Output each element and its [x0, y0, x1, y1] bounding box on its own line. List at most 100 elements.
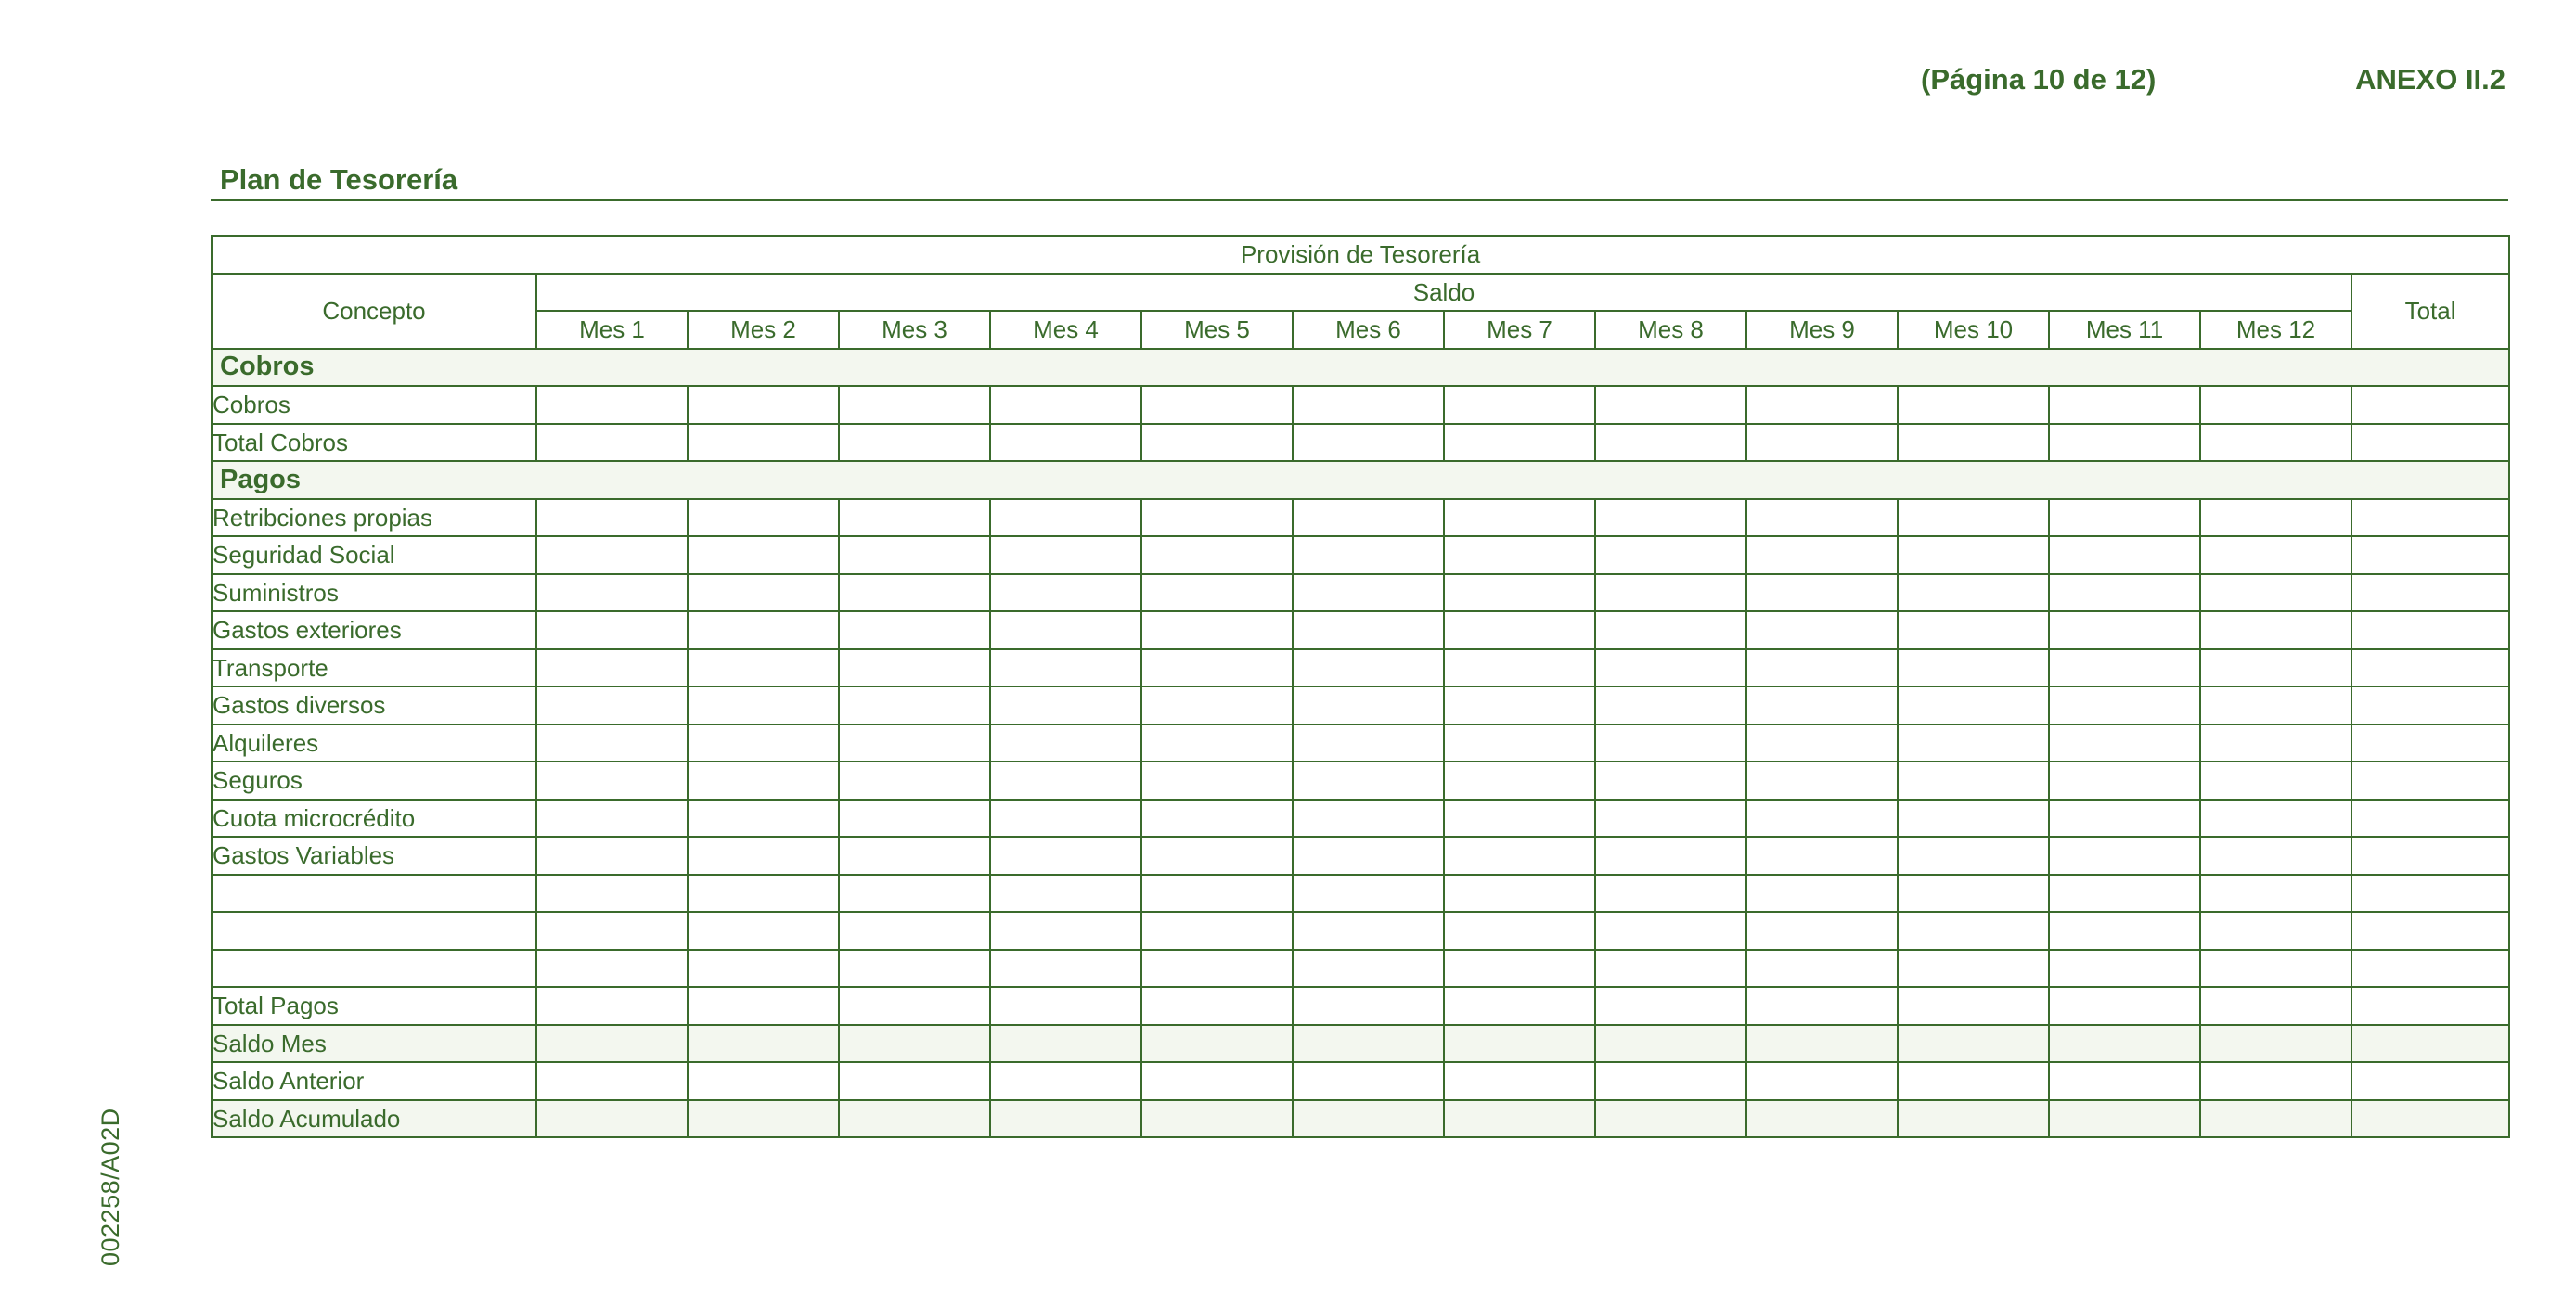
month-value-cell[interactable] [535, 610, 689, 650]
month-value-cell[interactable] [2199, 686, 2352, 725]
month-value-cell[interactable] [1443, 1023, 1596, 1063]
month-value-cell[interactable] [1443, 798, 1596, 838]
month-value-cell[interactable] [535, 948, 689, 988]
month-value-cell[interactable] [1443, 911, 1596, 951]
month-value-cell[interactable] [687, 385, 840, 425]
month-value-cell[interactable] [2048, 761, 2201, 801]
month-value-cell[interactable] [1443, 647, 1596, 687]
month-value-cell[interactable] [1594, 911, 1747, 951]
month-value-cell[interactable] [1897, 647, 2050, 687]
month-value-cell[interactable] [1292, 422, 1445, 462]
month-value-cell[interactable] [687, 497, 840, 537]
month-value-cell[interactable] [989, 610, 1142, 650]
month-value-cell[interactable] [1443, 422, 1596, 462]
month-value-cell[interactable] [535, 911, 689, 951]
month-value-cell[interactable] [1443, 1061, 1596, 1101]
month-value-cell[interactable] [1292, 873, 1445, 913]
month-value-cell[interactable] [1443, 836, 1596, 876]
month-value-cell[interactable] [2199, 873, 2352, 913]
month-value-cell[interactable] [1745, 647, 1899, 687]
total-value-cell[interactable] [2350, 497, 2511, 537]
month-value-cell[interactable] [838, 836, 991, 876]
month-value-cell[interactable] [1292, 535, 1445, 575]
month-value-cell[interactable] [1140, 1061, 1294, 1101]
total-value-cell[interactable] [2350, 986, 2511, 1026]
month-value-cell[interactable] [535, 986, 689, 1026]
month-value-cell[interactable] [1443, 686, 1596, 725]
month-value-cell[interactable] [687, 986, 840, 1026]
month-value-cell[interactable] [1594, 535, 1747, 575]
month-value-cell[interactable] [838, 1098, 991, 1138]
month-value-cell[interactable] [989, 1098, 1142, 1138]
month-value-cell[interactable] [838, 873, 991, 913]
month-value-cell[interactable] [1140, 798, 1294, 838]
month-value-cell[interactable] [838, 385, 991, 425]
month-value-cell[interactable] [1140, 836, 1294, 876]
month-value-cell[interactable] [1745, 422, 1899, 462]
month-value-cell[interactable] [1292, 761, 1445, 801]
month-value-cell[interactable] [1443, 873, 1596, 913]
month-value-cell[interactable] [1140, 535, 1294, 575]
month-value-cell[interactable] [2048, 1098, 2201, 1138]
month-value-cell[interactable] [1140, 948, 1294, 988]
month-value-cell[interactable] [989, 911, 1142, 951]
month-value-cell[interactable] [838, 986, 991, 1026]
month-value-cell[interactable] [687, 836, 840, 876]
month-value-cell[interactable] [1745, 497, 1899, 537]
month-value-cell[interactable] [1745, 836, 1899, 876]
month-value-cell[interactable] [2199, 836, 2352, 876]
month-value-cell[interactable] [1140, 761, 1294, 801]
total-value-cell[interactable] [2350, 610, 2511, 650]
month-value-cell[interactable] [1594, 610, 1747, 650]
month-value-cell[interactable] [687, 761, 840, 801]
month-value-cell[interactable] [1745, 1023, 1899, 1063]
month-value-cell[interactable] [1292, 385, 1445, 425]
month-value-cell[interactable] [1745, 911, 1899, 951]
month-value-cell[interactable] [687, 1023, 840, 1063]
month-value-cell[interactable] [687, 686, 840, 725]
month-value-cell[interactable] [1594, 798, 1747, 838]
month-value-cell[interactable] [989, 385, 1142, 425]
total-value-cell[interactable] [2350, 723, 2511, 762]
month-value-cell[interactable] [1443, 535, 1596, 575]
month-value-cell[interactable] [2048, 647, 2201, 687]
month-value-cell[interactable] [989, 948, 1142, 988]
month-value-cell[interactable] [535, 686, 689, 725]
month-value-cell[interactable] [2199, 723, 2352, 762]
month-value-cell[interactable] [1897, 1061, 2050, 1101]
month-value-cell[interactable] [1443, 572, 1596, 612]
month-value-cell[interactable] [1594, 1061, 1747, 1101]
month-value-cell[interactable] [1443, 986, 1596, 1026]
month-value-cell[interactable] [1897, 686, 2050, 725]
month-value-cell[interactable] [1897, 798, 2050, 838]
month-value-cell[interactable] [2199, 986, 2352, 1026]
month-value-cell[interactable] [1443, 385, 1596, 425]
total-value-cell[interactable] [2350, 572, 2511, 612]
month-value-cell[interactable] [1897, 873, 2050, 913]
month-value-cell[interactable] [2048, 572, 2201, 612]
month-value-cell[interactable] [838, 1023, 991, 1063]
month-value-cell[interactable] [1897, 535, 2050, 575]
month-value-cell[interactable] [2048, 836, 2201, 876]
month-value-cell[interactable] [687, 911, 840, 951]
month-value-cell[interactable] [2048, 1023, 2201, 1063]
month-value-cell[interactable] [989, 1061, 1142, 1101]
month-value-cell[interactable] [1292, 1098, 1445, 1138]
month-value-cell[interactable] [1897, 610, 2050, 650]
month-value-cell[interactable] [1745, 723, 1899, 762]
month-value-cell[interactable] [2048, 535, 2201, 575]
month-value-cell[interactable] [2199, 572, 2352, 612]
month-value-cell[interactable] [1897, 986, 2050, 1026]
month-value-cell[interactable] [535, 1023, 689, 1063]
month-value-cell[interactable] [2199, 422, 2352, 462]
month-value-cell[interactable] [1745, 1098, 1899, 1138]
month-value-cell[interactable] [1745, 572, 1899, 612]
total-value-cell[interactable] [2350, 948, 2511, 988]
month-value-cell[interactable] [1443, 948, 1596, 988]
total-value-cell[interactable] [2350, 873, 2511, 913]
total-value-cell[interactable] [2350, 1061, 2511, 1101]
month-value-cell[interactable] [1594, 686, 1747, 725]
month-value-cell[interactable] [2199, 798, 2352, 838]
month-value-cell[interactable] [1292, 647, 1445, 687]
total-value-cell[interactable] [2350, 535, 2511, 575]
